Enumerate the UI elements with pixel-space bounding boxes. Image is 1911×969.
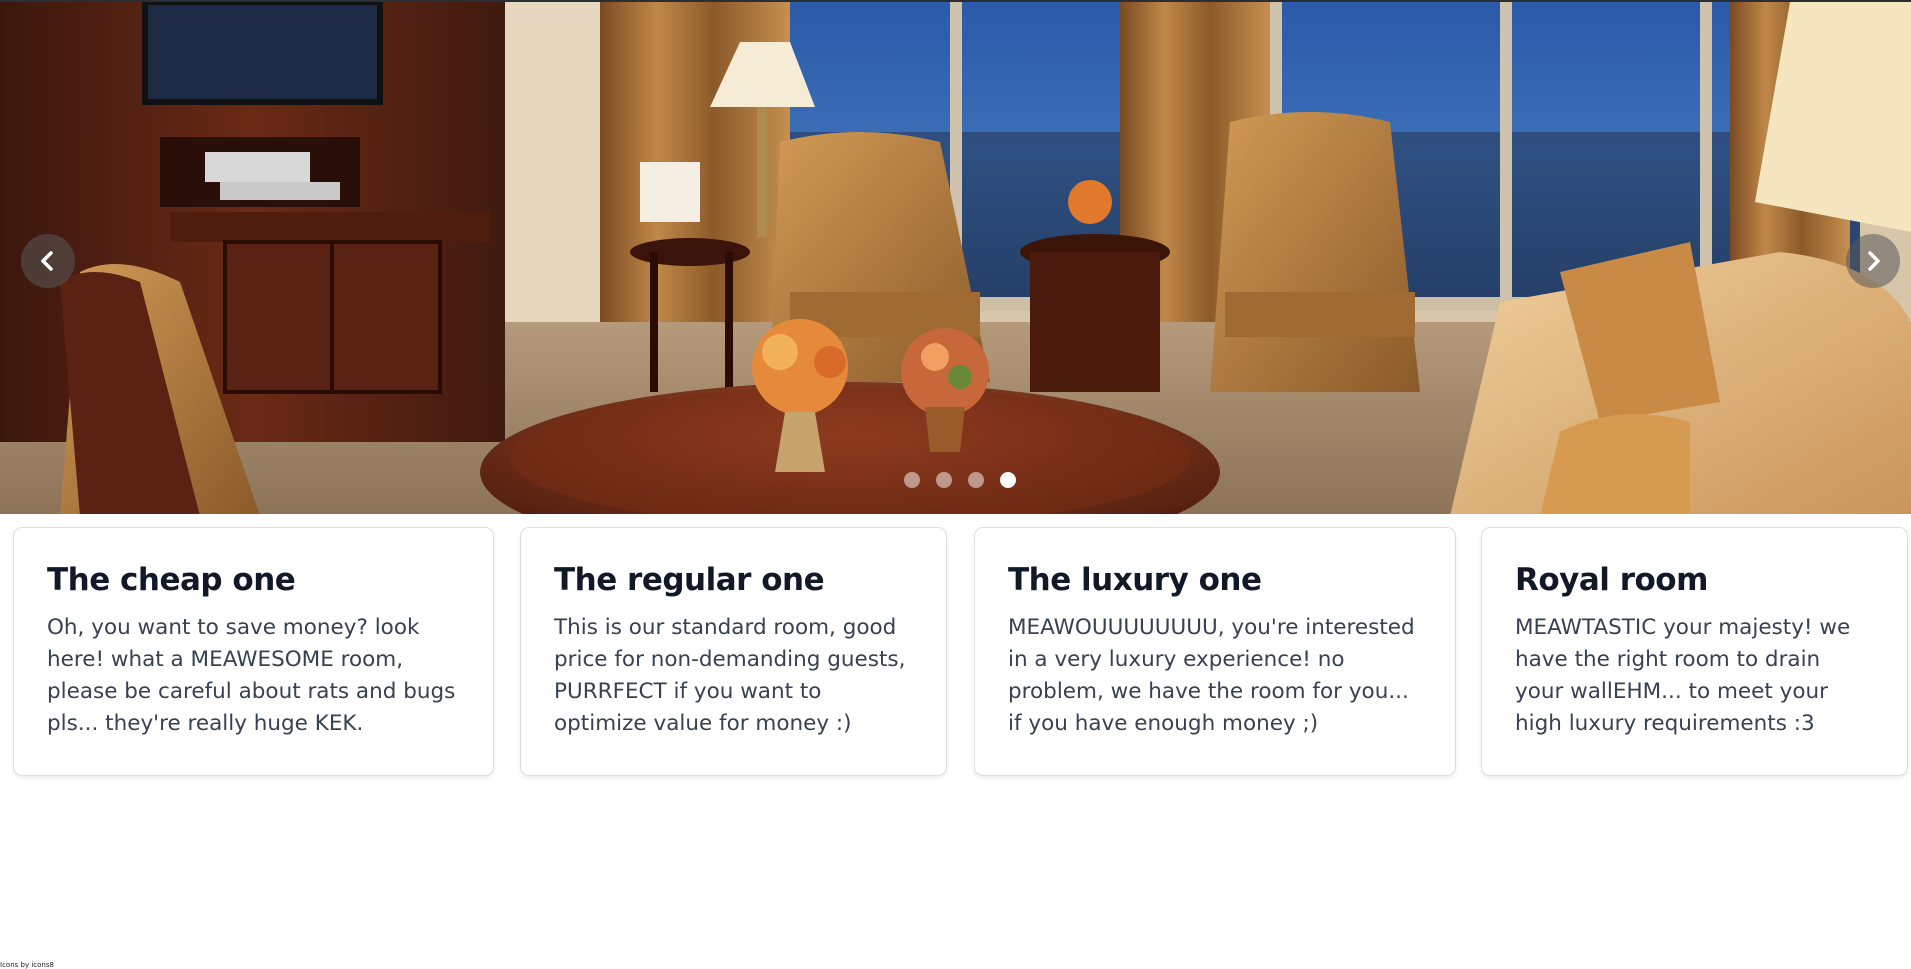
room-card-title: The luxury one: [1008, 562, 1262, 598]
carousel-indicators: [904, 472, 1016, 488]
carousel-dot[interactable]: [904, 472, 920, 488]
carousel-dot[interactable]: [1000, 472, 1016, 488]
room-card-title: The regular one: [554, 562, 825, 598]
room-card-description: MEAWOUUUUUUUU, you're interested in a ve…: [1008, 615, 1415, 736]
carousel-dot[interactable]: [968, 472, 984, 488]
chevron-left-icon: [41, 251, 53, 271]
icons-credit: Icons by icons8: [0, 961, 54, 969]
room-card-cheap[interactable]: The cheap one Oh, you want to save money…: [13, 527, 494, 776]
room-carousel: [0, 0, 1911, 514]
room-cards: The cheap one Oh, you want to save money…: [13, 527, 1908, 776]
room-card-royal[interactable]: Royal room MEAWTASTIC your majesty! we h…: [1481, 527, 1908, 776]
carousel-next-button[interactable]: [1846, 234, 1900, 288]
room-card-description: MEAWTASTIC your majesty! we have the rig…: [1515, 615, 1851, 736]
room-card-title: Royal room: [1515, 562, 1708, 598]
room-card-regular[interactable]: The regular one This is our standard roo…: [520, 527, 947, 776]
room-card-title: The cheap one: [47, 562, 296, 598]
chevron-right-icon: [1868, 251, 1880, 271]
carousel-prev-button[interactable]: [21, 234, 75, 288]
room-card-luxury[interactable]: The luxury one MEAWOUUUUUUUU, you're int…: [974, 527, 1456, 776]
room-card-description: This is our standard room, good price fo…: [554, 615, 906, 736]
carousel-slide-image: [0, 2, 1911, 514]
room-card-description: Oh, you want to save money? look here! w…: [47, 615, 456, 736]
carousel-dot[interactable]: [936, 472, 952, 488]
